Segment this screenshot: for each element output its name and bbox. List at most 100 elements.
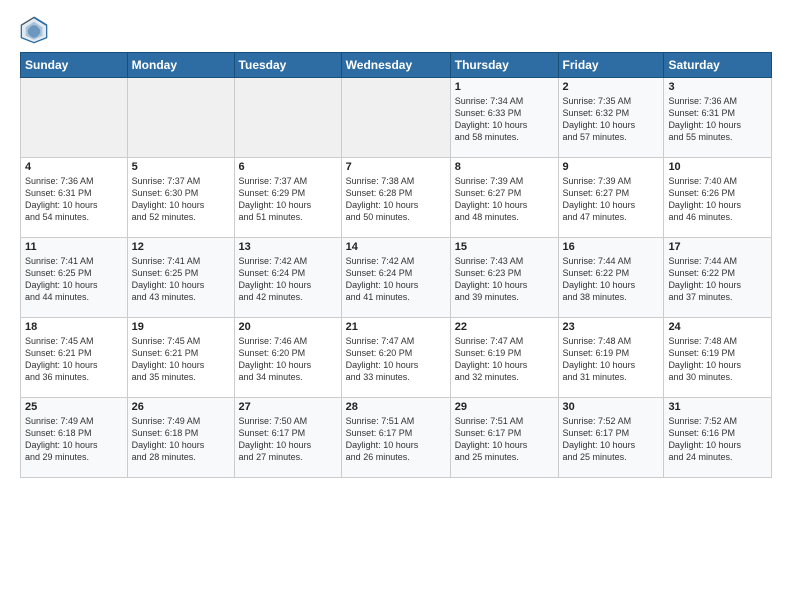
day-number: 29 <box>455 401 554 413</box>
day-number: 11 <box>25 241 123 253</box>
day-number: 15 <box>455 241 554 253</box>
day-info: Sunrise: 7:38 AM Sunset: 6:28 PM Dayligh… <box>346 175 446 224</box>
weekday-tuesday: Tuesday <box>234 53 341 78</box>
day-cell: 4Sunrise: 7:36 AM Sunset: 6:31 PM Daylig… <box>21 158 128 238</box>
day-number: 25 <box>25 401 123 413</box>
day-cell: 27 Sunrise: 7:50 AM Sunset: 6:17 PM Dayli… <box>234 398 341 478</box>
day-info: Sunrise: 7:52 AM Sunset: 6:17 PM Dayligh… <box>563 415 660 464</box>
day-cell: 24 Sunrise: 7:48 AM Sunset: 6:19 PM Dayli… <box>664 318 772 398</box>
day-info: Sunrise: 7:36 AM Sunset: 6:31 PM Dayligh… <box>668 95 767 144</box>
day-info: Sunrise: 7:41 AM Sunset: 6:25 PM Dayligh… <box>25 255 123 304</box>
day-cell: 23 Sunrise: 7:48 AM Sunset: 6:19 PM Dayli… <box>558 318 664 398</box>
day-cell: 22 Sunrise: 7:47 AM Sunset: 6:19 PM Dayli… <box>450 318 558 398</box>
day-cell: 30 Sunrise: 7:52 AM Sunset: 6:17 PM Dayli… <box>558 398 664 478</box>
day-cell: 6 Sunrise: 7:37 AM Sunset: 6:29 PM Daylig… <box>234 158 341 238</box>
day-number: 26 <box>132 401 230 413</box>
day-cell: 21Sunrise: 7:47 AM Sunset: 6:20 PM Dayli… <box>341 318 450 398</box>
day-cell: 25 Sunrise: 7:49 AM Sunset: 6:18 PM Dayli… <box>21 398 128 478</box>
day-info: Sunrise: 7:52 AM Sunset: 6:16 PM Dayligh… <box>668 415 767 464</box>
day-number: 20 <box>239 321 337 333</box>
header <box>20 16 772 44</box>
day-info: Sunrise: 7:35 AM Sunset: 6:32 PM Dayligh… <box>563 95 660 144</box>
day-info: Sunrise: 7:43 AM Sunset: 6:23 PM Dayligh… <box>455 255 554 304</box>
day-number: 13 <box>239 241 337 253</box>
day-cell: 17Sunrise: 7:44 AM Sunset: 6:22 PM Dayli… <box>664 238 772 318</box>
day-cell: 28 Sunrise: 7:51 AM Sunset: 6:17 PM Dayli… <box>341 398 450 478</box>
day-number: 9 <box>563 161 660 173</box>
logo <box>20 16 52 44</box>
day-number: 30 <box>563 401 660 413</box>
day-number: 2 <box>563 81 660 93</box>
day-cell: 18 Sunrise: 7:45 AM Sunset: 6:21 PM Dayli… <box>21 318 128 398</box>
day-number: 8 <box>455 161 554 173</box>
page: SundayMondayTuesdayWednesdayThursdayFrid… <box>0 0 792 612</box>
week-row-4: 18 Sunrise: 7:45 AM Sunset: 6:21 PM Dayli… <box>21 318 772 398</box>
day-info: Sunrise: 7:37 AM Sunset: 6:29 PM Dayligh… <box>239 175 337 224</box>
day-cell <box>21 78 128 158</box>
day-info: Sunrise: 7:40 AM Sunset: 6:26 PM Dayligh… <box>668 175 767 224</box>
day-number: 27 <box>239 401 337 413</box>
weekday-saturday: Saturday <box>664 53 772 78</box>
day-number: 14 <box>346 241 446 253</box>
day-info: Sunrise: 7:51 AM Sunset: 6:17 PM Dayligh… <box>346 415 446 464</box>
day-info: Sunrise: 7:42 AM Sunset: 6:24 PM Dayligh… <box>346 255 446 304</box>
day-info: Sunrise: 7:48 AM Sunset: 6:19 PM Dayligh… <box>668 335 767 384</box>
week-row-2: 4Sunrise: 7:36 AM Sunset: 6:31 PM Daylig… <box>21 158 772 238</box>
day-info: Sunrise: 7:37 AM Sunset: 6:30 PM Dayligh… <box>132 175 230 224</box>
day-cell <box>341 78 450 158</box>
weekday-friday: Friday <box>558 53 664 78</box>
day-info: Sunrise: 7:50 AM Sunset: 6:17 PM Dayligh… <box>239 415 337 464</box>
day-cell: 20 Sunrise: 7:46 AM Sunset: 6:20 PM Dayli… <box>234 318 341 398</box>
logo-icon <box>20 16 48 44</box>
weekday-thursday: Thursday <box>450 53 558 78</box>
day-number: 24 <box>668 321 767 333</box>
day-number: 28 <box>346 401 446 413</box>
day-cell: 7 Sunrise: 7:38 AM Sunset: 6:28 PM Daylig… <box>341 158 450 238</box>
day-cell: 10 Sunrise: 7:40 AM Sunset: 6:26 PM Dayli… <box>664 158 772 238</box>
day-number: 17 <box>668 241 767 253</box>
weekday-header-row: SundayMondayTuesdayWednesdayThursdayFrid… <box>21 53 772 78</box>
day-info: Sunrise: 7:49 AM Sunset: 6:18 PM Dayligh… <box>25 415 123 464</box>
day-info: Sunrise: 7:46 AM Sunset: 6:20 PM Dayligh… <box>239 335 337 384</box>
day-number: 23 <box>563 321 660 333</box>
week-row-1: 1 Sunrise: 7:34 AM Sunset: 6:33 PM Daylig… <box>21 78 772 158</box>
day-cell <box>234 78 341 158</box>
weekday-sunday: Sunday <box>21 53 128 78</box>
day-cell: 8 Sunrise: 7:39 AM Sunset: 6:27 PM Daylig… <box>450 158 558 238</box>
day-info: Sunrise: 7:48 AM Sunset: 6:19 PM Dayligh… <box>563 335 660 384</box>
day-number: 21 <box>346 321 446 333</box>
day-number: 19 <box>132 321 230 333</box>
day-info: Sunrise: 7:42 AM Sunset: 6:24 PM Dayligh… <box>239 255 337 304</box>
weekday-wednesday: Wednesday <box>341 53 450 78</box>
day-info: Sunrise: 7:39 AM Sunset: 6:27 PM Dayligh… <box>455 175 554 224</box>
day-cell: 9Sunrise: 7:39 AM Sunset: 6:27 PM Daylig… <box>558 158 664 238</box>
day-number: 10 <box>668 161 767 173</box>
day-number: 31 <box>668 401 767 413</box>
week-row-5: 25 Sunrise: 7:49 AM Sunset: 6:18 PM Dayli… <box>21 398 772 478</box>
day-info: Sunrise: 7:44 AM Sunset: 6:22 PM Dayligh… <box>563 255 660 304</box>
day-cell: 3Sunrise: 7:36 AM Sunset: 6:31 PM Daylig… <box>664 78 772 158</box>
day-cell: 26 Sunrise: 7:49 AM Sunset: 6:18 PM Dayli… <box>127 398 234 478</box>
day-info: Sunrise: 7:41 AM Sunset: 6:25 PM Dayligh… <box>132 255 230 304</box>
day-number: 18 <box>25 321 123 333</box>
day-number: 16 <box>563 241 660 253</box>
weekday-monday: Monday <box>127 53 234 78</box>
day-number: 6 <box>239 161 337 173</box>
day-info: Sunrise: 7:45 AM Sunset: 6:21 PM Dayligh… <box>25 335 123 384</box>
day-cell: 15 Sunrise: 7:43 AM Sunset: 6:23 PM Dayli… <box>450 238 558 318</box>
day-cell: 5Sunrise: 7:37 AM Sunset: 6:30 PM Daylig… <box>127 158 234 238</box>
day-info: Sunrise: 7:47 AM Sunset: 6:19 PM Dayligh… <box>455 335 554 384</box>
day-number: 1 <box>455 81 554 93</box>
day-cell: 11 Sunrise: 7:41 AM Sunset: 6:25 PM Dayli… <box>21 238 128 318</box>
day-number: 12 <box>132 241 230 253</box>
day-info: Sunrise: 7:51 AM Sunset: 6:17 PM Dayligh… <box>455 415 554 464</box>
day-cell: 16 Sunrise: 7:44 AM Sunset: 6:22 PM Dayli… <box>558 238 664 318</box>
day-cell <box>127 78 234 158</box>
day-cell: 13 Sunrise: 7:42 AM Sunset: 6:24 PM Dayli… <box>234 238 341 318</box>
day-info: Sunrise: 7:49 AM Sunset: 6:18 PM Dayligh… <box>132 415 230 464</box>
day-number: 4 <box>25 161 123 173</box>
day-cell: 12 Sunrise: 7:41 AM Sunset: 6:25 PM Dayli… <box>127 238 234 318</box>
day-number: 22 <box>455 321 554 333</box>
day-info: Sunrise: 7:34 AM Sunset: 6:33 PM Dayligh… <box>455 95 554 144</box>
day-number: 7 <box>346 161 446 173</box>
